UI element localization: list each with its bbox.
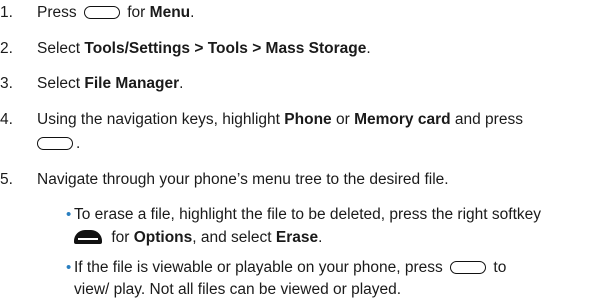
bullet-text: If the file is viewable or playable on y… [74,259,443,276]
bullet-icon: • [66,259,72,276]
bullet-icon: • [66,206,72,223]
bullet-text: for [111,229,130,246]
punct: . [366,40,371,57]
menu-label: Menu [149,4,191,21]
punct: . [179,75,184,92]
step-text: Using the navigation keys, highlight [37,111,280,128]
options-label: Options [133,229,193,246]
punct: . [190,4,195,21]
instructions: 1. Press for Menu. 2. Select Tools/Setti… [0,0,596,300]
menu-key-icon [83,6,120,19]
step-text: or [335,111,350,128]
step-number: 3. [0,75,13,92]
step-text: Select [37,75,81,92]
memory-card-label: Memory card [354,111,451,128]
right-softkey-icon [74,230,102,244]
step-text: Navigate through your phone’s menu tree … [37,171,449,188]
bullet-text: view/ play. Not all files can be viewed … [74,281,402,298]
step-text: and press [454,111,523,128]
step-number: 1. [0,4,13,21]
step-number: 4. [0,111,13,128]
punct: . [318,229,323,246]
bullet-text: , and select [192,229,272,246]
step-text: Select [37,40,81,57]
step-number: 2. [0,40,13,57]
erase-label: Erase [275,229,319,246]
step-text: Press [37,4,77,21]
ok-key-icon [37,137,73,150]
step-number: 5. [0,171,13,188]
bullet-text: To erase a file, highlight the file to b… [74,206,541,223]
ok-key-icon [450,261,487,274]
menu-path: Tools/Settings > Tools > Mass Storage [84,40,367,57]
bullet-text: to [493,259,507,276]
punct: . [76,135,81,152]
phone-label: Phone [284,111,332,128]
step-text: for [127,4,146,21]
file-manager-label: File Manager [84,75,180,92]
